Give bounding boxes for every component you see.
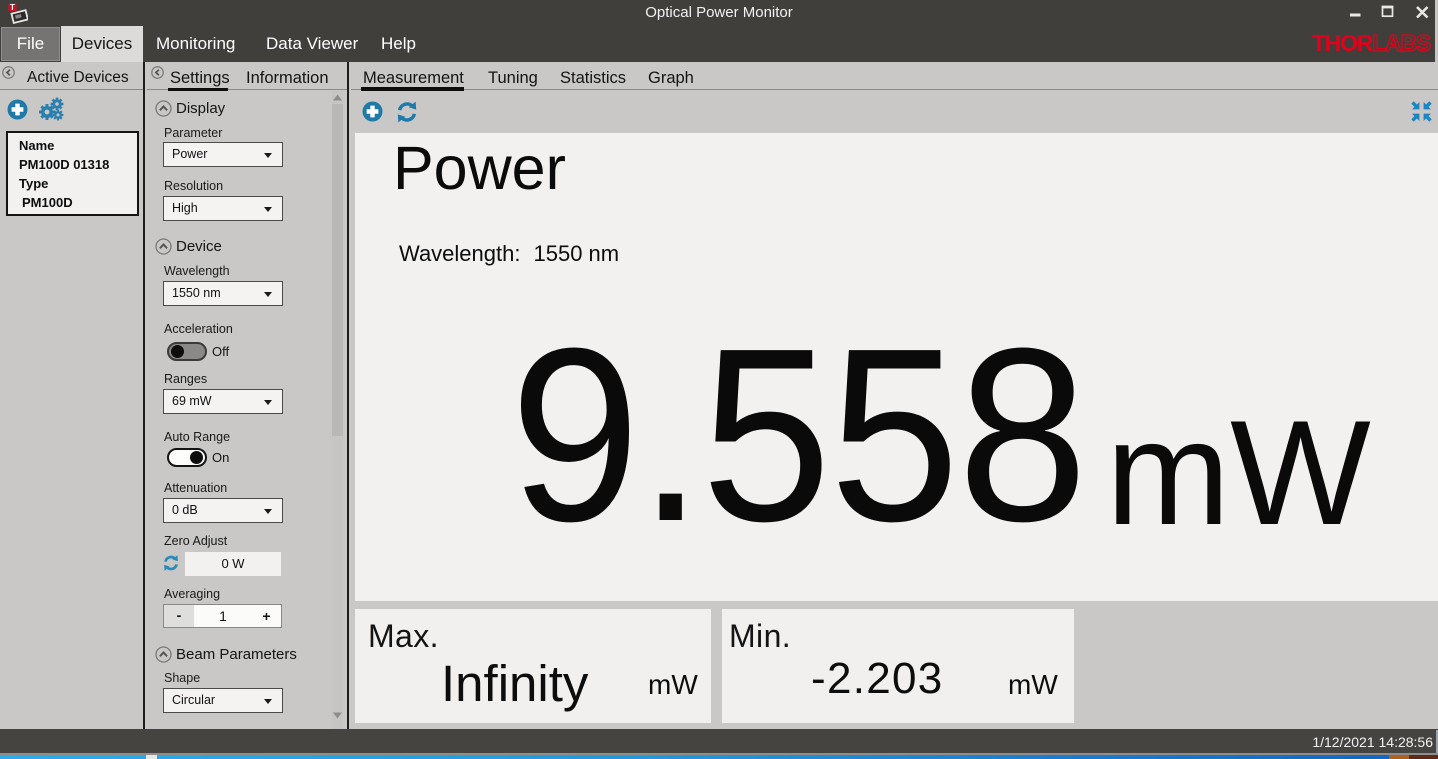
svg-text:T: T bbox=[10, 3, 15, 12]
